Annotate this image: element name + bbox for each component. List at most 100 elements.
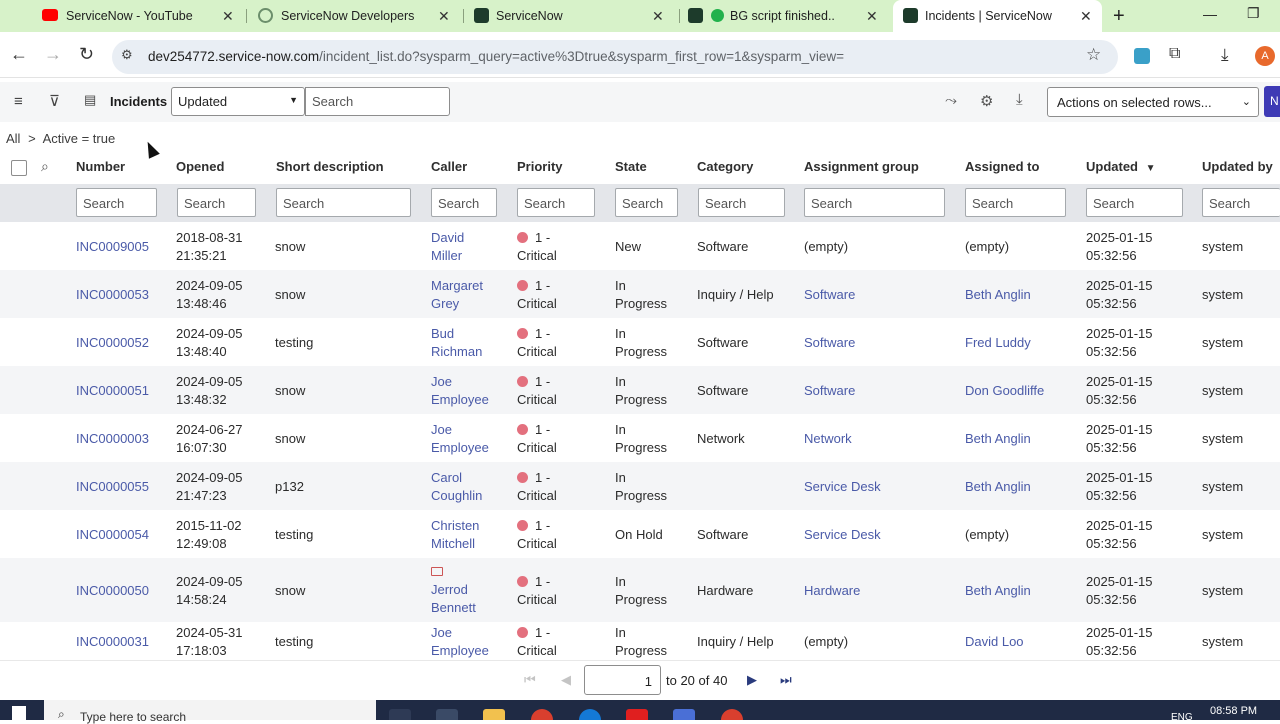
search-input-priority[interactable]: Search: [517, 188, 595, 217]
bookmark-star-icon[interactable]: ☆: [1086, 45, 1101, 65]
forward-icon[interactable]: →: [44, 44, 62, 65]
caller-link-line2[interactable]: Mitchell: [431, 535, 475, 553]
site-info-icon[interactable]: ⚙: [121, 47, 133, 63]
tab-close-icon[interactable]: ✕: [1080, 8, 1092, 25]
back-icon[interactable]: ←: [10, 44, 28, 65]
windows-start-icon[interactable]: [12, 706, 26, 720]
incident-number-link[interactable]: INC0000054: [76, 526, 149, 544]
search-input-state[interactable]: Search: [615, 188, 678, 217]
widgets-icon[interactable]: [436, 709, 458, 720]
taskbar-clock[interactable]: 08:58 PM: [1210, 705, 1257, 717]
browser-tab-bg-script[interactable]: BG script finished.. ✕: [680, 0, 893, 32]
assigned-to[interactable]: Beth Anglin: [965, 286, 1031, 304]
incident-number-link[interactable]: INC0000031: [76, 633, 149, 651]
caller-link-line1[interactable]: Joe: [431, 624, 452, 642]
column-header-updated-by[interactable]: Updated by: [1202, 159, 1273, 174]
list-title[interactable]: Incidents: [110, 94, 167, 109]
caller-link-line1[interactable]: Carol: [431, 469, 462, 487]
column-header-priority[interactable]: Priority: [517, 159, 563, 174]
search-input-assigned-to[interactable]: Search: [965, 188, 1066, 217]
list-search-input[interactable]: Search: [305, 87, 450, 116]
incident-number-link[interactable]: INC0000052: [76, 334, 149, 352]
search-input-assignment-group[interactable]: Search: [804, 188, 945, 217]
column-header-opened[interactable]: Opened: [176, 159, 224, 174]
tab-close-icon[interactable]: ✕: [866, 8, 878, 25]
download-icon[interactable]: ⤓: [1221, 45, 1229, 65]
assignment-group[interactable]: Software: [804, 286, 855, 304]
incident-number-link[interactable]: INC0000050: [76, 582, 149, 600]
browser-tab-youtube[interactable]: ServiceNow - YouTube ✕: [0, 0, 245, 32]
extension-icon[interactable]: [1134, 48, 1150, 64]
caller-link-line1[interactable]: Bud: [431, 325, 454, 343]
search-input-opened[interactable]: Search: [177, 188, 256, 217]
profile-avatar[interactable]: A: [1255, 46, 1275, 66]
assigned-to[interactable]: David Loo: [965, 633, 1024, 651]
assignment-group[interactable]: Network: [804, 430, 852, 448]
assigned-to[interactable]: Beth Anglin: [965, 430, 1031, 448]
column-search-icon[interactable]: ⌕: [41, 158, 49, 175]
tab-close-icon[interactable]: ✕: [652, 8, 664, 25]
caller-link-line2[interactable]: Grey: [431, 295, 459, 313]
incident-number-link[interactable]: INC0000003: [76, 430, 149, 448]
previous-page-icon[interactable]: ◀: [561, 672, 571, 688]
caller-link-line2[interactable]: Employee: [431, 439, 489, 457]
caller-link-line1[interactable]: Joe: [431, 373, 452, 391]
list-context-menu-icon[interactable]: ▤: [84, 92, 96, 108]
column-header-assignment-group[interactable]: Assignment group: [804, 159, 919, 174]
incident-number-link[interactable]: INC0000051: [76, 382, 149, 400]
task-view-icon[interactable]: [389, 709, 411, 720]
page-number-input[interactable]: 1: [584, 665, 661, 695]
caller-link-line2[interactable]: Employee: [431, 391, 489, 409]
caller-link-line2[interactable]: Employee: [431, 642, 489, 660]
caller-link-line1[interactable]: Margaret: [431, 277, 483, 295]
caller-link-line1[interactable]: Jerrod: [431, 581, 468, 599]
assigned-to[interactable]: Beth Anglin: [965, 582, 1031, 600]
new-tab-icon[interactable]: +: [1113, 5, 1125, 28]
browser-tab-servicenow[interactable]: ServiceNow ✕: [464, 0, 679, 32]
tab-close-icon[interactable]: ✕: [438, 8, 450, 25]
minimize-icon[interactable]: —: [1203, 6, 1217, 22]
caller-link-line1[interactable]: David: [431, 229, 464, 247]
filter-icon[interactable]: ⊽: [49, 92, 60, 110]
hamburger-menu-icon[interactable]: ≡: [14, 93, 23, 110]
tab-close-icon[interactable]: ✕: [222, 8, 234, 25]
incident-number-link[interactable]: INC0000055: [76, 478, 149, 496]
browser-tab-incidents[interactable]: Incidents | ServiceNow ✕: [893, 0, 1102, 32]
youtube-app-icon[interactable]: [626, 709, 648, 720]
url-text[interactable]: dev254772.service-now.com/incident_list.…: [148, 49, 844, 64]
export-icon[interactable]: ⤓: [1016, 91, 1023, 108]
search-input-category[interactable]: Search: [698, 188, 785, 217]
caller-link-line2[interactable]: Bennett: [431, 599, 476, 617]
breadcrumb-filter[interactable]: Active = true: [43, 131, 116, 146]
assignment-group[interactable]: Hardware: [804, 582, 860, 600]
assigned-to[interactable]: Fred Luddy: [965, 334, 1031, 352]
search-input-short-description[interactable]: Search: [276, 188, 411, 217]
input-language[interactable]: ENG: [1171, 712, 1193, 723]
incident-number-link[interactable]: INC0000053: [76, 286, 149, 304]
next-page-icon[interactable]: ▶: [747, 672, 757, 688]
column-header-updated[interactable]: Updated ▼: [1086, 159, 1156, 174]
search-input-updated[interactable]: Search: [1086, 188, 1183, 217]
assignment-group[interactable]: Service Desk: [804, 478, 881, 496]
reload-icon[interactable]: ↻: [79, 44, 94, 65]
security-app-icon[interactable]: [673, 709, 695, 720]
select-all-checkbox[interactable]: [11, 160, 27, 176]
restore-icon[interactable]: ❐: [1247, 5, 1260, 22]
file-explorer-icon[interactable]: [483, 709, 505, 720]
assignment-group[interactable]: Software: [804, 334, 855, 352]
column-header-caller[interactable]: Caller: [431, 159, 467, 174]
search-input-updated-by[interactable]: Search: [1202, 188, 1280, 217]
assigned-to[interactable]: Don Goodliffe: [965, 382, 1044, 400]
assignment-group[interactable]: Service Desk: [804, 526, 881, 544]
column-header-state[interactable]: State: [615, 159, 647, 174]
caller-link-line2[interactable]: Coughlin: [431, 487, 482, 505]
breadcrumb-all[interactable]: All: [6, 131, 20, 146]
assignment-group[interactable]: Software: [804, 382, 855, 400]
column-header-number[interactable]: Number: [76, 159, 125, 174]
interactive-filter-icon[interactable]: ⤳: [945, 92, 957, 109]
search-field-select[interactable]: Updated ▼: [171, 87, 305, 116]
gear-icon[interactable]: ⚙: [980, 92, 993, 110]
caller-link-line1[interactable]: Joe: [431, 421, 452, 439]
incident-number-link[interactable]: INC0009005: [76, 238, 149, 256]
caller-link-line1[interactable]: Christen: [431, 517, 479, 535]
